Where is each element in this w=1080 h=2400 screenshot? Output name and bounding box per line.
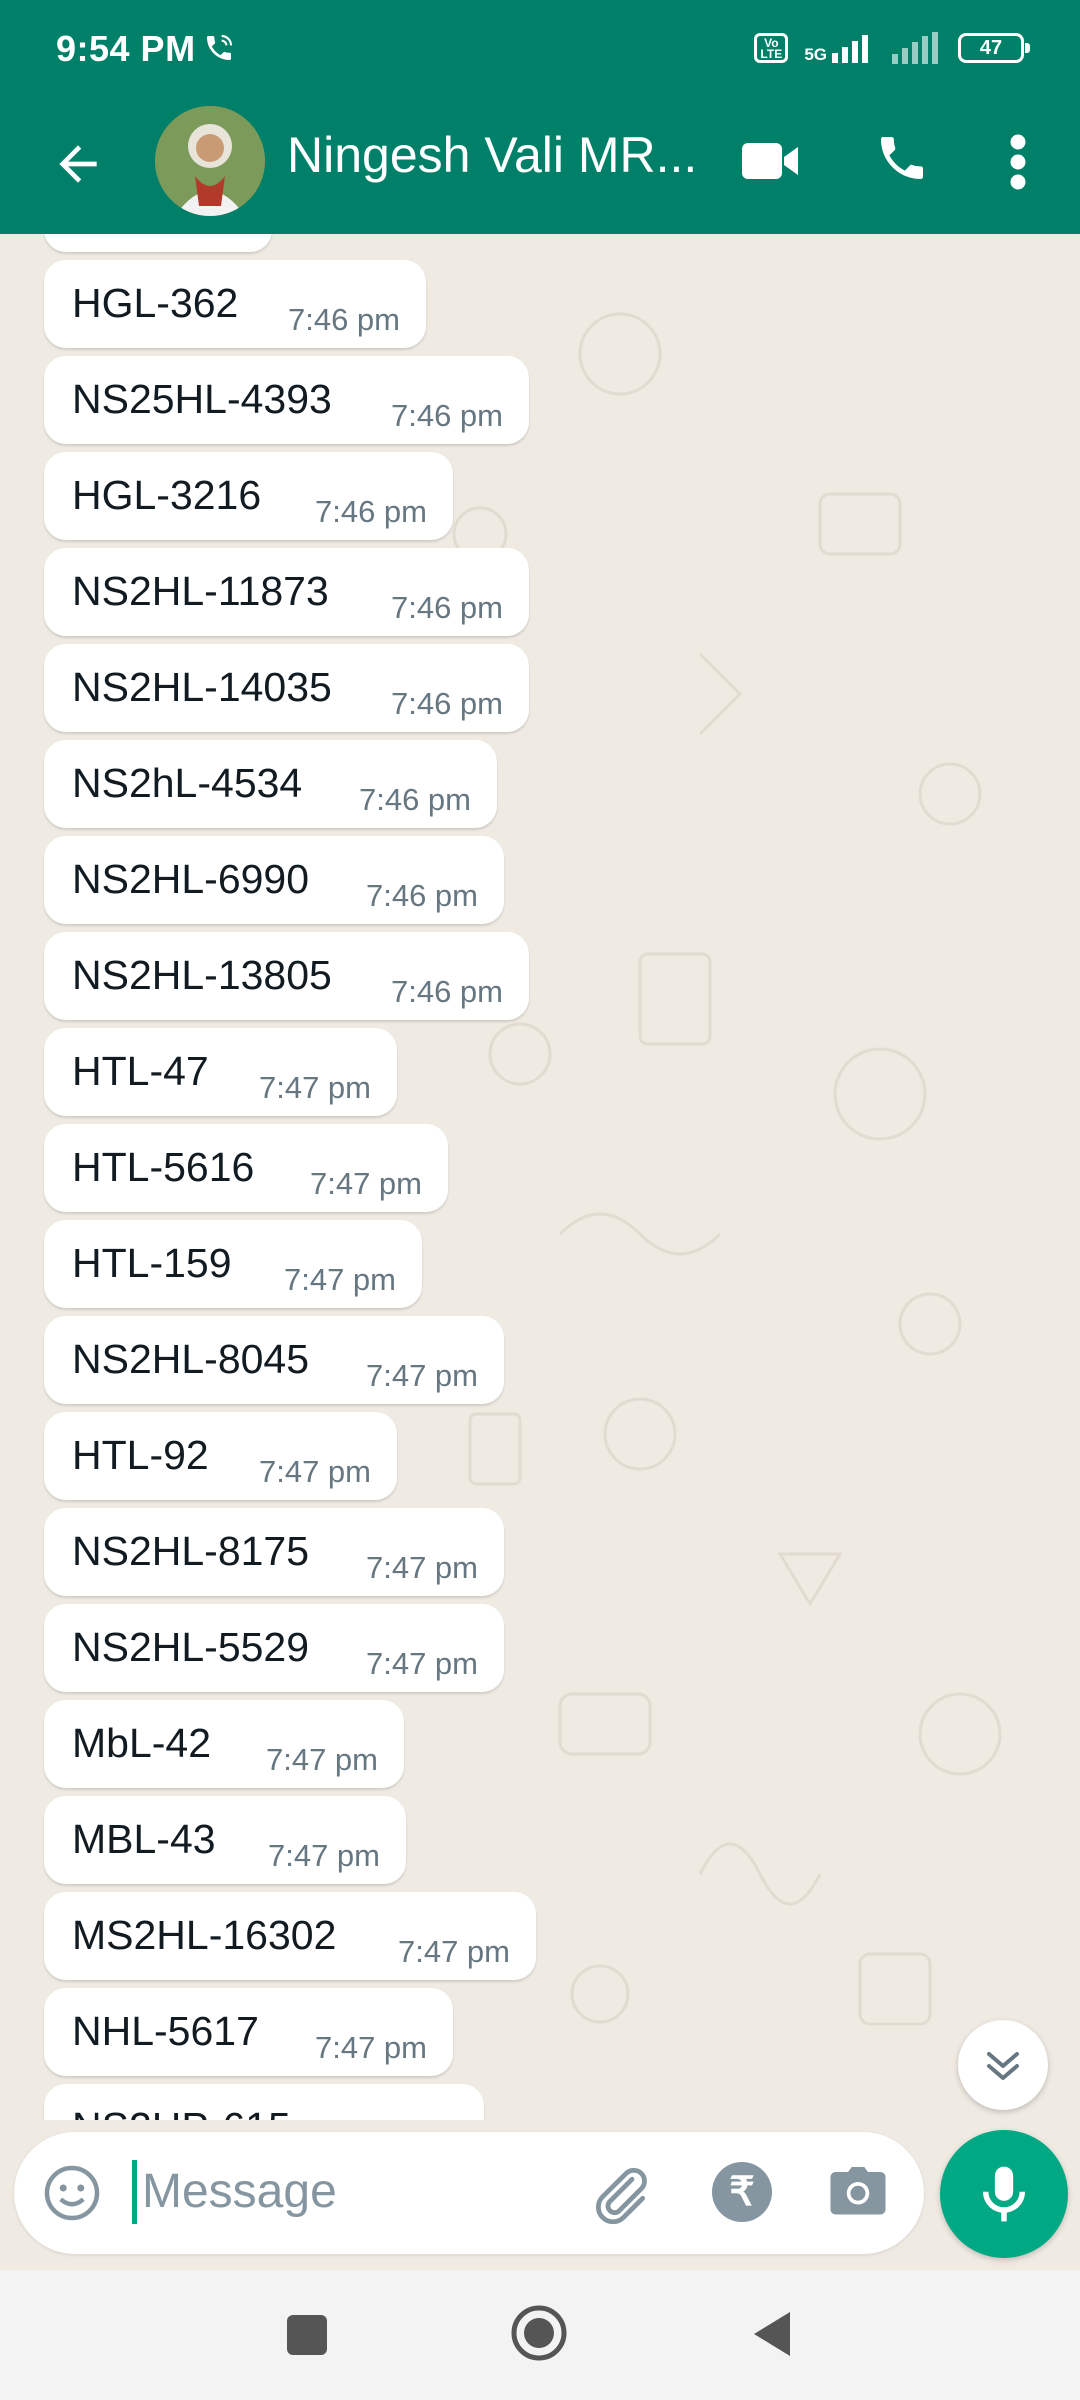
message-time: 7:46 pm [390,974,503,1009]
message-time: 7:47 pm [265,1742,378,1777]
scroll-to-bottom-button[interactable] [958,2020,1048,2110]
signal-5g-icon: 5G [804,33,874,63]
message-time: 7:46 pm [365,878,478,913]
message-time: 7:47 pm [365,1646,478,1681]
back-arrow-icon[interactable] [50,136,106,192]
message-bubble[interactable]: NS2hL-4534 7:46 pm [44,740,497,828]
message-text: HTL-159 [72,1240,232,1286]
payment-rupee-icon[interactable]: ₹ [712,2162,772,2222]
message-text: NS2hL-4534 [72,760,303,806]
home-button[interactable] [510,2304,568,2362]
recent-apps-button[interactable] [287,2315,327,2355]
message-text: HGL-3216 [72,472,262,518]
message-time: 7:46 pm [358,782,471,817]
message-text: NS2HL-5529 [72,1624,310,1670]
message-bubble[interactable]: HGL-3216 7:46 pm [44,452,453,540]
contact-name[interactable]: Ningesh Vali MR... [287,126,697,184]
chat-header: Ningesh Vali MR... [0,96,1080,234]
message-time: 7:47 pm [397,1934,510,1969]
emoji-icon[interactable] [42,2163,102,2223]
message-bubble[interactable]: HTL-92 7:47 pm [44,1412,397,1500]
back-button[interactable] [752,2310,792,2358]
message-text: MBL-43 [72,1816,216,1862]
message-bubble[interactable] [44,234,272,252]
message-time: 7:46 pm [390,398,503,433]
system-navigation-bar [0,2270,1080,2400]
message-text: MbL-42 [72,1720,212,1766]
message-time: 7:47 pm [258,1070,371,1105]
message-bubble[interactable]: HTL-47 7:47 pm [44,1028,397,1116]
message-bubble[interactable]: MS2HL-16302 7:47 pm [44,1892,536,1980]
message-time: 7:46 pm [390,590,503,625]
message-bubble[interactable]: MBL-43 7:47 pm [44,1796,406,1884]
message-text: MS2HL-16302 [72,1912,337,1958]
network-type: 5G [804,45,827,64]
message-time: 7:47 pm [365,1550,478,1585]
top-bar: 9:54 PM Vo LTE 5G 47 Ningesh Vali MR... [0,0,1080,234]
message-time: 7:47 pm [267,1838,380,1873]
wifi-calling-icon [207,34,233,60]
message-composer: Message ₹ [14,2132,924,2254]
microphone-icon [982,2166,1026,2222]
message-text: NS2HL-14035 [72,664,332,710]
message-bubble[interactable]: NHL-5617 7:47 pm [44,1988,453,2076]
status-icons: Vo LTE 5G 47 [754,28,1030,68]
message-bubble[interactable]: HGL-362 7:46 pm [44,260,426,348]
message-time: 7:46 pm [314,494,427,529]
message-time: 7:47 pm [365,1358,478,1393]
message-bubble[interactable]: NS2HL-5529 7:47 pm [44,1604,504,1692]
message-text: NHL-5617 [72,2008,259,2054]
message-input[interactable]: Message [142,2164,337,2219]
status-bar: 9:54 PM Vo LTE 5G 47 [0,0,1080,96]
message-time: 7:47 pm [258,1454,371,1489]
camera-icon[interactable] [828,2164,888,2220]
signal-icon [892,32,938,64]
message-bubble[interactable]: NS2HL-11873 7:46 pm [44,548,529,636]
contact-avatar[interactable] [155,106,265,216]
voice-call-icon[interactable] [874,130,930,186]
message-bubble[interactable]: NS2HL-8045 7:47 pm [44,1316,504,1404]
text-cursor [132,2160,137,2224]
message-text: NS2HL-11873 [72,568,329,614]
message-bubble[interactable]: NS2HP-615 [44,2084,484,2120]
message-bubble[interactable]: NS2HL-6990 7:46 pm [44,836,504,924]
message-text: NS2HL-6990 [72,856,310,902]
message-time: 7:47 pm [283,1262,396,1297]
video-call-icon[interactable] [740,136,800,186]
message-bubble[interactable]: HTL-5616 7:47 pm [44,1124,448,1212]
message-bubble[interactable]: MbL-42 7:47 pm [44,1700,404,1788]
message-time: 7:47 pm [314,2030,427,2065]
message-text: NS2HL-13805 [72,952,332,998]
message-text: NS25HL-4393 [72,376,332,422]
message-text: HTL-47 [72,1048,209,1094]
message-text: HTL-5616 [72,1144,255,1190]
message-text: NS2HP-615 [72,2104,291,2120]
chat-area[interactable]: HGL-362 7:46 pm NS25HL-4393 7:46 pm HGL-32… [0,234,1080,2120]
double-chevron-down-icon [987,2052,1019,2080]
message-text: HGL-362 [72,280,239,326]
message-text: NS2HL-8175 [72,1528,310,1574]
status-time: 9:54 PM [56,28,196,69]
battery-icon: 47 [958,33,1030,63]
message-time: 7:46 pm [287,302,400,337]
more-options-icon[interactable] [1006,132,1030,192]
message-bubble[interactable]: NS25HL-4393 7:46 pm [44,356,529,444]
message-bubble[interactable]: NS2HL-8175 7:47 pm [44,1508,504,1596]
voice-message-button[interactable] [940,2130,1068,2258]
message-bubble[interactable]: HTL-159 7:47 pm [44,1220,422,1308]
message-bubble[interactable]: NS2HL-13805 7:46 pm [44,932,529,1020]
message-time: 7:46 pm [390,686,503,721]
volte-icon: Vo LTE [754,33,789,63]
message-time: 7:47 pm [309,1166,422,1201]
message-list: HGL-362 7:46 pm NS25HL-4393 7:46 pm HGL-32… [44,234,744,2120]
message-text: NS2HL-8045 [72,1336,310,1382]
attachment-icon[interactable] [588,2162,652,2226]
message-text: HTL-92 [72,1432,209,1478]
message-bubble[interactable]: NS2HL-14035 7:46 pm [44,644,529,732]
